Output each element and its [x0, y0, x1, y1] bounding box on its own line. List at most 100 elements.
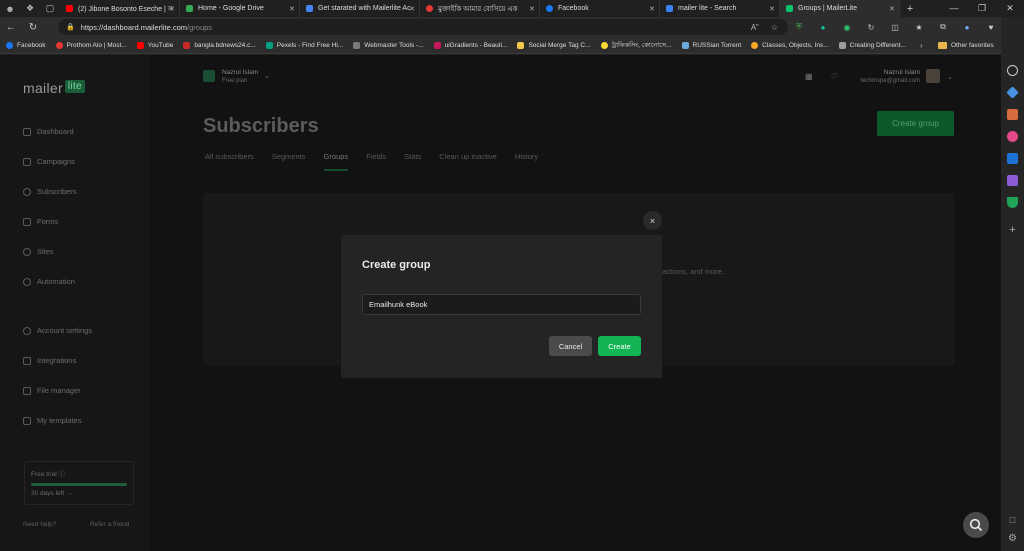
- bookmark-creating[interactable]: Creating Different...: [838, 41, 906, 49]
- sidebar-item-forms[interactable]: Forms: [23, 217, 58, 226]
- workspaces-icon[interactable]: ❖: [20, 0, 40, 17]
- chevron-right-icon[interactable]: ›: [920, 41, 923, 50]
- sidebar-item-sites[interactable]: Sites: [23, 247, 54, 256]
- tab-actions-icon[interactable]: ▢: [40, 0, 60, 17]
- sidebar-item-subscribers[interactable]: Subscribers: [23, 187, 77, 196]
- bookmark-russian-torrent[interactable]: RUSSian Torrent: [681, 41, 741, 49]
- settings-gear-icon[interactable]: ⚙: [1007, 533, 1018, 544]
- close-tab-icon[interactable]: ✕: [769, 5, 775, 13]
- close-tab-icon[interactable]: ✕: [409, 5, 415, 13]
- sidebar-item-automation[interactable]: Automation: [23, 277, 75, 286]
- profile-icon[interactable]: ☻: [0, 0, 20, 17]
- bookmark-bdnews[interactable]: bangla.bdnews24.c...: [183, 41, 256, 49]
- browser-tab-facebook[interactable]: Facebook ✕: [540, 0, 660, 17]
- dashboard-icon: [23, 127, 31, 136]
- search-icon[interactable]: [1007, 65, 1018, 76]
- tab-history[interactable]: History: [515, 152, 538, 171]
- browser-tab-bangla[interactable]: মুক্তাইকি আমার বোসিয়ে এক ✕: [420, 0, 540, 17]
- drop-icon[interactable]: [1007, 197, 1018, 208]
- bookmark-classes[interactable]: Classes, Objects, Ins...: [751, 41, 829, 49]
- bookmark-social-merge[interactable]: Social Merge Tag C...: [517, 41, 591, 49]
- grammarly-icon[interactable]: ●: [816, 20, 830, 34]
- add-sidebar-app-icon[interactable]: +: [1007, 225, 1018, 236]
- classes-icon: [751, 41, 759, 49]
- back-icon[interactable]: ←: [0, 22, 22, 33]
- health-icon[interactable]: ♥: [984, 20, 998, 34]
- collections-icon[interactable]: ⧉: [936, 20, 950, 34]
- modal-close-button[interactable]: ×: [643, 211, 662, 230]
- sidebar-item-dashboard[interactable]: Dashboard: [23, 127, 74, 136]
- group-name-input[interactable]: [362, 294, 641, 315]
- shield-extension-icon[interactable]: ⛨: [792, 20, 806, 34]
- tab-fields[interactable]: Fields: [366, 152, 386, 171]
- tab-clean-up-inactive[interactable]: Clean up inactive: [439, 152, 497, 171]
- trial-days-left: 30 days left →: [31, 490, 73, 497]
- bookmark-facebook[interactable]: Facebook: [6, 41, 46, 49]
- free-trial-box[interactable]: Free trial ⓘ 30 days left →: [24, 461, 134, 505]
- bookmark-prothom-alo[interactable]: Prothom Alo | Most...: [55, 41, 127, 49]
- uigradients-icon: [433, 41, 441, 49]
- apps-grid-icon[interactable]: ▦: [805, 72, 813, 81]
- sidebar-item-my-templates[interactable]: My templates: [23, 416, 82, 425]
- sidebar-item-file-manager[interactable]: File manager: [23, 386, 81, 395]
- close-tab-icon[interactable]: ✕: [529, 5, 535, 13]
- need-help-link[interactable]: Need help?: [23, 521, 56, 528]
- create-group-header-button[interactable]: Create group: [877, 111, 954, 136]
- designer-icon[interactable]: [1007, 175, 1018, 186]
- favorites-icon[interactable]: ★: [912, 20, 926, 34]
- tab-stats[interactable]: Stats: [404, 152, 421, 171]
- shopping-tag-icon[interactable]: [1006, 86, 1019, 99]
- sidebar: mailer lite Dashboard Campaigns Subscribe…: [0, 55, 150, 551]
- close-tab-icon[interactable]: ✕: [889, 5, 895, 13]
- url-field[interactable]: 🔒 https://dashboard.mailerlite.com/group…: [58, 19, 788, 35]
- browser-tab-search[interactable]: mailer lite - Search ✕: [660, 0, 780, 17]
- notification-bell-icon[interactable]: ♡: [831, 72, 838, 81]
- user-info[interactable]: Nazrul Islam techmspe@gmail.com: [856, 69, 920, 84]
- outlook-icon[interactable]: [1007, 153, 1018, 164]
- browser-tab-docs[interactable]: Get starated with Mailerlite Ac ✕: [300, 0, 420, 17]
- account-switcher[interactable]: Nazrul Islam Free plan ⌄: [203, 69, 270, 84]
- mailerlite-logo[interactable]: mailer lite: [23, 80, 85, 97]
- browser-tab-bar: ☻ ❖ ▢ (2) Jibone Bosonto Eseche | স ✕ Ho…: [0, 0, 1024, 17]
- refresh-icon[interactable]: ↻: [22, 22, 44, 33]
- user-avatar[interactable]: [926, 69, 940, 83]
- restore-icon[interactable]: ❐: [968, 0, 996, 17]
- bookmark-uigradients[interactable]: uiGradients - Beauti...: [433, 41, 507, 49]
- favorite-star-icon[interactable]: ☆: [771, 23, 778, 32]
- new-tab-button[interactable]: +: [900, 3, 920, 15]
- minimize-icon[interactable]: —: [940, 0, 968, 17]
- close-window-icon[interactable]: ✕: [996, 0, 1024, 17]
- other-favorites[interactable]: Other favorites: [938, 41, 994, 49]
- refresh-extension-icon[interactable]: ↻: [864, 20, 878, 34]
- split-screen-icon[interactable]: ◫: [888, 20, 902, 34]
- record-icon: [426, 5, 433, 12]
- browser-tab-youtube[interactable]: (2) Jibone Bosonto Eseche | স ✕: [60, 0, 180, 17]
- browser-tab-mailerlite[interactable]: Groups | MailerLite ✕: [780, 0, 900, 17]
- cancel-button[interactable]: Cancel: [549, 336, 592, 356]
- close-tab-icon[interactable]: ✕: [649, 5, 655, 13]
- tab-all-subscribers[interactable]: All subscribers: [205, 152, 254, 171]
- chevron-down-icon[interactable]: ⌄: [947, 73, 953, 81]
- tools-icon[interactable]: [1007, 109, 1018, 120]
- sidebar-item-account-settings[interactable]: Account settings: [23, 326, 92, 335]
- account-icon[interactable]: ●: [960, 20, 974, 34]
- bookmark-youtube[interactable]: YouTube: [136, 41, 173, 49]
- green-extension-icon[interactable]: ◉: [840, 20, 854, 34]
- sidebar-item-campaigns[interactable]: Campaigns: [23, 157, 75, 166]
- games-icon[interactable]: [1007, 131, 1018, 142]
- browser-tab-google-drive[interactable]: Home - Google Drive ✕: [180, 0, 300, 17]
- tab-groups[interactable]: Groups: [323, 152, 349, 171]
- bookmark-bangla[interactable]: ট্রাফিকসিং, কোনোসে...: [600, 40, 672, 51]
- read-aloud-icon[interactable]: A‟: [751, 23, 759, 32]
- tab-segments[interactable]: Segments: [272, 152, 306, 171]
- bdnews-icon: [183, 41, 191, 49]
- search-fab-button[interactable]: [963, 512, 989, 538]
- bookmark-webmaster[interactable]: Webmaster Tools -...: [353, 41, 424, 49]
- close-tab-icon[interactable]: ✕: [289, 5, 295, 13]
- create-button[interactable]: Create: [598, 336, 641, 356]
- refer-friend-link[interactable]: Refer a friend: [90, 521, 129, 528]
- sidebar-item-integrations[interactable]: Integrations: [23, 356, 76, 365]
- bookmark-pexels[interactable]: Pexels - Find Free Hi...: [265, 41, 343, 49]
- hide-sidebar-icon[interactable]: □: [1007, 515, 1018, 526]
- close-tab-icon[interactable]: ✕: [169, 5, 175, 13]
